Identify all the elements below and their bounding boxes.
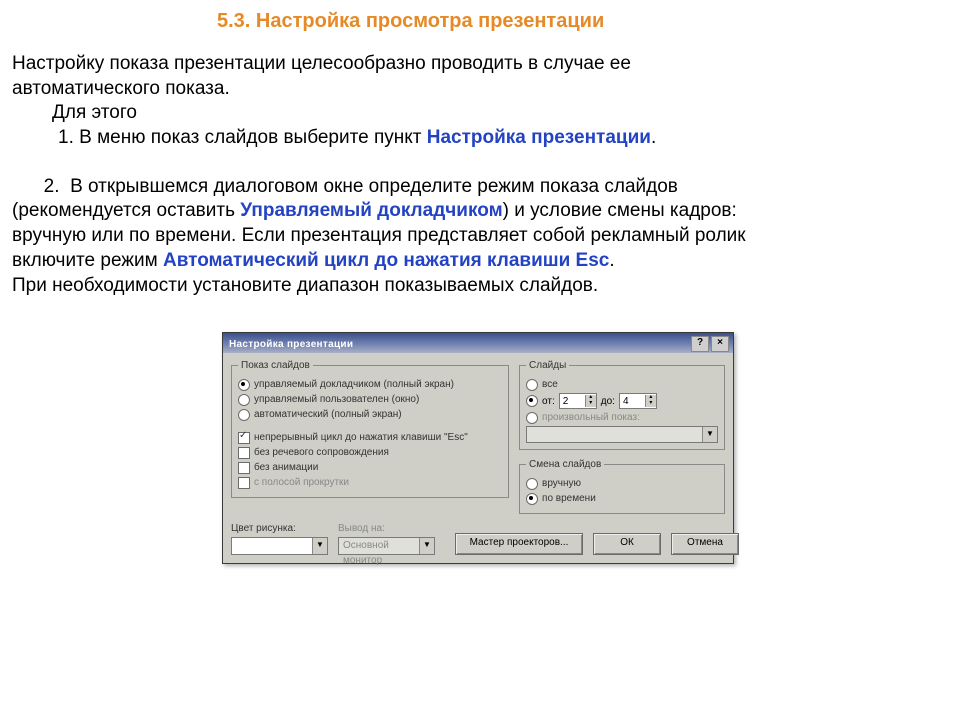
- check-no-anim[interactable]: без анимации: [238, 461, 502, 474]
- step-2-line-3: вручную или по времени. Если презентация…: [12, 224, 948, 249]
- link-presenter-mode: Управляемый докладчиком: [240, 200, 502, 221]
- check-scrollbar: с полосой прокрутки: [238, 476, 502, 489]
- pen-color-field: Цвет рисунка: ▼: [231, 522, 328, 555]
- check-loop[interactable]: непрерывный цикл до нажатия клавиши "Esc…: [238, 431, 502, 444]
- group-show-type: Показ слайдов управляемый докладчиком (п…: [231, 359, 509, 498]
- check-scrollbar-label: с полосой прокрутки: [254, 476, 349, 489]
- radio-custom-show: произвольный показ:: [526, 411, 718, 424]
- step-2-line-4a: включите режим: [12, 250, 163, 271]
- step-2-line-2b: ) и условие смены кадров:: [503, 200, 737, 221]
- radio-all-label: все: [542, 378, 558, 391]
- check-no-narration[interactable]: без речевого сопровождения: [238, 446, 502, 459]
- radio-icon: [238, 394, 250, 406]
- to-value: 4: [620, 395, 645, 408]
- setup-presentation-dialog: Настройка презентации ? × Показ слайдов …: [222, 332, 734, 564]
- check-no-anim-label: без анимации: [254, 461, 318, 474]
- dialog-title: Настройка презентации: [229, 338, 689, 351]
- radio-presenter-label: управляемый докладчиком (полный экран): [254, 378, 454, 391]
- check-loop-label: непрерывный цикл до нажатия клавиши "Esc…: [254, 431, 468, 444]
- to-spinner[interactable]: 4 ▴▾: [619, 393, 657, 409]
- radio-manual[interactable]: вручную: [526, 477, 718, 490]
- radio-icon: [238, 379, 250, 391]
- link-auto-loop: Автоматический цикл до нажатия клавиши E…: [163, 250, 609, 271]
- dialog-titlebar: Настройка презентации ? ×: [223, 333, 733, 353]
- output-select: Основной монитор ▼: [338, 537, 435, 555]
- group-slides: Слайды все от: 2 ▴▾ до:: [519, 359, 725, 450]
- pen-color-select[interactable]: ▼: [231, 537, 328, 555]
- radio-user[interactable]: управляемый пользователен (окно): [238, 393, 502, 406]
- output-value: Основной монитор: [339, 538, 419, 554]
- radio-icon: [526, 412, 538, 424]
- step-2-line-4b: .: [609, 250, 614, 271]
- step-2-line-2: (рекомендуется оставить Управляемый докл…: [12, 199, 948, 224]
- step-2-line-4: включите режим Автоматический цикл до на…: [12, 249, 948, 274]
- link-setup-presentation: Настройка презентации: [427, 127, 651, 148]
- from-label: от:: [542, 395, 555, 408]
- chevron-down-icon: ▼: [419, 538, 434, 554]
- custom-show-dropdown: ▼: [526, 426, 718, 443]
- from-value: 2: [560, 395, 585, 408]
- checkbox-icon: [238, 462, 250, 474]
- checkbox-icon: [238, 447, 250, 459]
- section-title: 5.3. Настройка просмотра презентации: [12, 8, 948, 34]
- step-1: 1. В меню показ слайдов выберите пункт Н…: [12, 126, 948, 151]
- radio-user-label: управляемый пользователен (окно): [254, 393, 419, 406]
- to-label: до:: [601, 395, 615, 408]
- radio-icon: [238, 409, 250, 421]
- checkbox-icon: [238, 432, 250, 444]
- close-button[interactable]: ×: [711, 336, 729, 352]
- radio-manual-label: вручную: [542, 477, 581, 490]
- radio-timing-label: по времени: [542, 492, 596, 505]
- radio-presenter[interactable]: управляемый докладчиком (полный экран): [238, 378, 502, 391]
- radio-all-slides[interactable]: все: [526, 378, 718, 391]
- radio-timing[interactable]: по времени: [526, 492, 718, 505]
- radio-auto[interactable]: автоматический (полный экран): [238, 408, 502, 421]
- output-field: Вывод на: Основной монитор ▼: [338, 522, 435, 555]
- help-button[interactable]: ?: [691, 336, 709, 352]
- from-spinner[interactable]: 2 ▴▾: [559, 393, 597, 409]
- group-advance: Смена слайдов вручную по времени: [519, 458, 725, 514]
- intro-line-2: автоматического показа.: [12, 77, 948, 102]
- chevron-down-icon: ▼: [702, 427, 717, 442]
- output-label: Вывод на:: [338, 522, 435, 535]
- radio-custom-label: произвольный показ:: [542, 411, 640, 424]
- step-2-line-1: 2. В открывшемся диалоговом окне определ…: [12, 175, 948, 200]
- radio-icon: [526, 478, 538, 490]
- cancel-button[interactable]: Отмена: [671, 533, 739, 555]
- step-2-line-2a: (рекомендуется оставить: [12, 200, 240, 221]
- pen-color-label: Цвет рисунка:: [231, 522, 328, 535]
- spin-down-icon[interactable]: ▾: [585, 401, 596, 407]
- radio-range[interactable]: [526, 395, 538, 407]
- radio-icon: [526, 493, 538, 505]
- check-no-narration-label: без речевого сопровождения: [254, 446, 389, 459]
- chevron-down-icon: ▼: [312, 538, 327, 554]
- radio-icon: [526, 379, 538, 391]
- spin-down-icon[interactable]: ▾: [645, 401, 656, 407]
- intro-line-1: Настройку показа презентации целесообраз…: [12, 52, 948, 77]
- radio-auto-label: автоматический (полный экран): [254, 408, 402, 421]
- checkbox-icon: [238, 477, 250, 489]
- projector-wizard-button[interactable]: Мастер проекторов...: [455, 533, 583, 555]
- intro-line-3: Для этого: [12, 101, 948, 126]
- step-1-prefix: 1. В меню показ слайдов выберите пункт: [58, 127, 427, 148]
- group-slides-legend: Слайды: [526, 359, 569, 372]
- step-2-line-5: При необходимости установите диапазон по…: [12, 274, 948, 299]
- step-1-suffix: .: [651, 127, 656, 148]
- group-advance-legend: Смена слайдов: [526, 458, 604, 471]
- ok-button[interactable]: ОК: [593, 533, 661, 555]
- group-show-legend: Показ слайдов: [238, 359, 313, 372]
